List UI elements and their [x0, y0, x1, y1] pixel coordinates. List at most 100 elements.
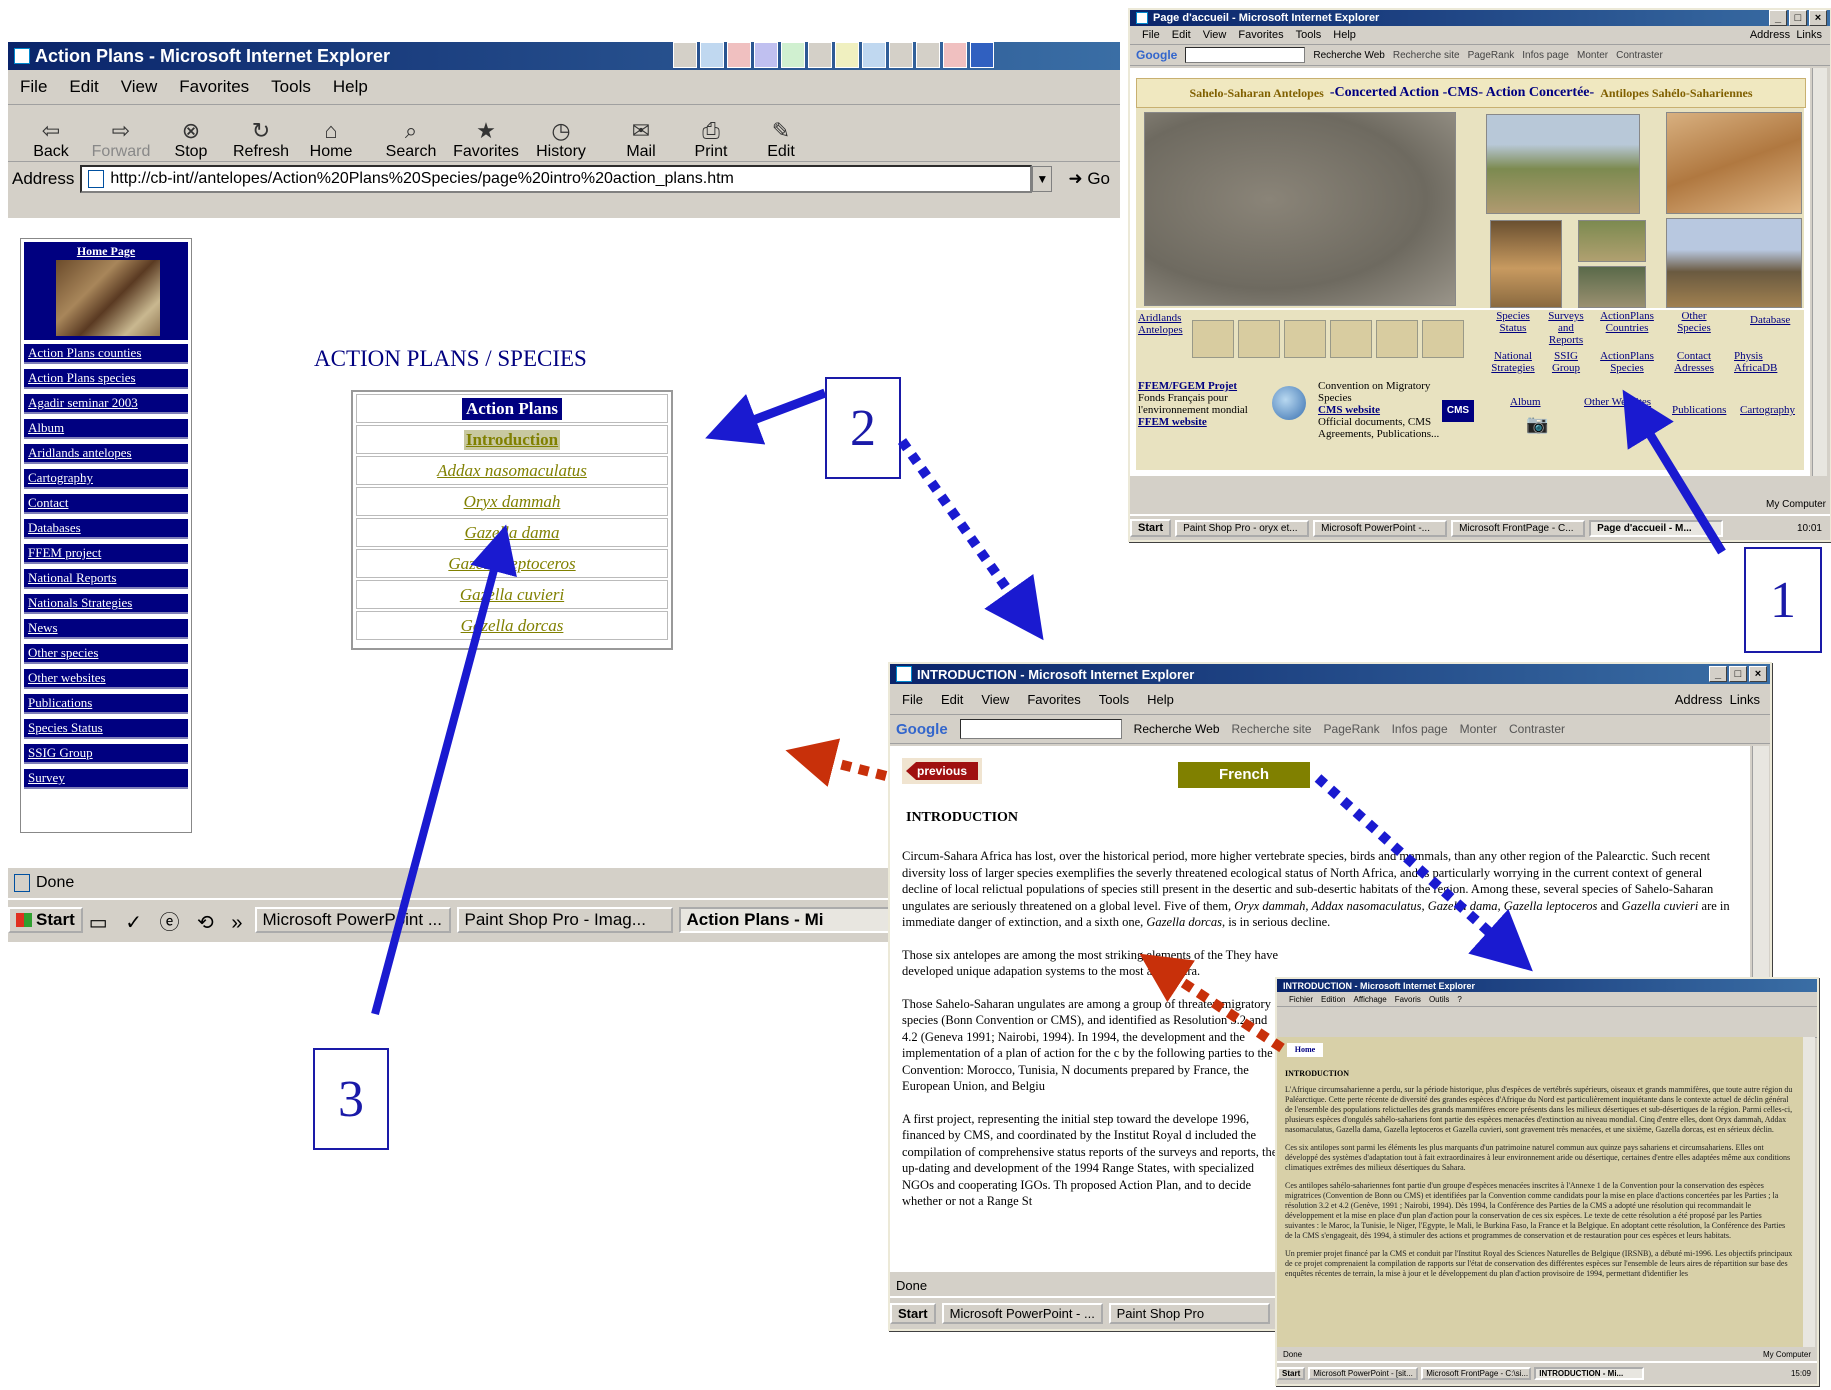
sidebar-item-aridlands[interactable]: Aridlands antelopes — [24, 444, 188, 464]
menu-file[interactable]: File — [20, 77, 47, 97]
task-paintshop[interactable]: Paint Shop Pro - oryx et... — [1175, 519, 1310, 537]
google-logo: Google — [1136, 48, 1178, 62]
sidebar-item-agadir-seminar[interactable]: Agadir seminar 2003 — [24, 394, 188, 414]
species-row[interactable]: Gazella dama — [356, 518, 668, 547]
menu-edit[interactable]: Edit — [69, 77, 98, 97]
task-frontpage[interactable]: Microsoft FrontPage - C... — [1451, 519, 1586, 537]
sidebar-item-national-reports[interactable]: National Reports — [24, 569, 188, 589]
menu-favorites[interactable]: Favorites — [179, 77, 249, 97]
task-powerpoint[interactable]: Microsoft PowerPoint -... — [1313, 519, 1448, 537]
google-search-input[interactable] — [1185, 47, 1306, 63]
minimize-button[interactable]: _ — [1709, 666, 1727, 682]
back-button[interactable]: ⇦ Back — [16, 119, 86, 161]
start-button[interactable]: Start — [890, 1302, 936, 1324]
link-ssig-group[interactable]: SSIG Group — [1542, 350, 1590, 374]
sidebar-item-action-plans-species[interactable]: Action Plans species — [24, 369, 188, 389]
link-cartography[interactable]: Cartography — [1740, 404, 1795, 416]
link-physis[interactable]: Physis AfricaDB — [1734, 350, 1790, 374]
maximize-button[interactable]: □ — [1789, 10, 1807, 26]
link-other-species[interactable]: Other Species — [1666, 310, 1722, 334]
sidebar-item-nationals-strategies[interactable]: Nationals Strategies — [24, 594, 188, 614]
menu-help[interactable]: Help — [333, 77, 368, 97]
link-surveys[interactable]: Surveys and Reports — [1542, 310, 1590, 346]
link-actionplans-countries[interactable]: ActionPlans Countries — [1594, 310, 1660, 334]
sidebar-item-ssig-group[interactable]: SSIG Group — [24, 744, 188, 764]
sidebar-item-other-species[interactable]: Other species — [24, 644, 188, 664]
task-frontpage[interactable]: Microsoft FrontPage - C:\si... — [1421, 1366, 1532, 1380]
task-page-accueil[interactable]: Page d'accueil - M... — [1589, 519, 1724, 537]
species-row[interactable]: Gazella dorcas — [356, 611, 668, 640]
home-page-block[interactable]: Home Page — [24, 242, 188, 340]
sidebar-item-survey[interactable]: Survey — [24, 769, 188, 789]
start-button[interactable]: Start — [1277, 1366, 1306, 1380]
close-button[interactable]: × — [1809, 10, 1827, 26]
task-powerpoint[interactable]: Microsoft PowerPoint - ... — [941, 1302, 1103, 1324]
previous-button[interactable]: previous — [902, 758, 982, 784]
home-button[interactable]: ⌂ Home — [296, 119, 366, 161]
french-button[interactable]: French — [1178, 762, 1310, 788]
link-publications[interactable]: Publications — [1672, 404, 1726, 416]
search-button[interactable]: ⌕ Search — [376, 119, 446, 161]
intro-titlebar: INTRODUCTION - Microsoft Internet Explor… — [890, 664, 1770, 684]
stop-button[interactable]: ⊗ Stop — [156, 119, 226, 161]
intro-row[interactable]: Introduction — [356, 425, 668, 454]
sidebar-item-ffem-project[interactable]: FFEM project — [24, 544, 188, 564]
menu-tools[interactable]: Tools — [271, 77, 311, 97]
start-button[interactable]: Start — [1130, 519, 1172, 537]
home-button[interactable]: Home — [1287, 1043, 1323, 1057]
close-button[interactable]: × — [1749, 666, 1767, 682]
history-button[interactable]: ◷ History — [526, 119, 596, 161]
address-dropdown[interactable]: ▼ — [1032, 166, 1053, 192]
link-actionplans-species[interactable]: ActionPlans Species — [1594, 350, 1660, 374]
french-paragraph-1: L'Afrique circumsaharienne a perdu, sur … — [1285, 1085, 1793, 1134]
sidebar-item-other-websites[interactable]: Other websites — [24, 669, 188, 689]
species-row[interactable]: Gazella leptoceros — [356, 549, 668, 578]
link-other-websites[interactable]: Other Websites — [1584, 396, 1651, 408]
print-button[interactable]: ⎙ Print — [676, 119, 746, 161]
sidebar-item-news[interactable]: News — [24, 619, 188, 639]
forward-button[interactable]: ⇨ Forward — [86, 119, 156, 161]
french-body: L'Afrique circumsaharienne a perdu, sur … — [1285, 1085, 1793, 1279]
french-toolbars — [1277, 1007, 1817, 1038]
mail-button[interactable]: ✉ Mail — [606, 119, 676, 161]
edit-button[interactable]: ✎ Edit — [746, 119, 816, 161]
sidebar-item-cartography[interactable]: Cartography — [24, 469, 188, 489]
link-contact-adresses[interactable]: Contact Adresses — [1666, 350, 1722, 374]
link-album[interactable]: Album — [1510, 396, 1541, 408]
task-powerpoint[interactable]: Microsoft PowerPoint ... — [254, 907, 451, 933]
google-search-input[interactable] — [959, 719, 1122, 739]
minimize-button[interactable]: _ — [1769, 10, 1787, 26]
accueil-scrollbar[interactable] — [1812, 68, 1827, 476]
refresh-button[interactable]: ↻ Refresh — [226, 119, 296, 161]
task-action-plans[interactable]: Action Plans - Mi — [678, 907, 895, 933]
sidebar-item-species-status[interactable]: Species Status — [24, 719, 188, 739]
intro-paragraph-1: Circum-Sahara Africa has lost, over the … — [902, 849, 1730, 929]
task-paintshop[interactable]: Paint Shop Pro - Imag... — [456, 907, 673, 933]
sidebar-item-action-plans-counties[interactable]: Action Plans counties — [24, 344, 188, 364]
task-introduction[interactable]: INTRODUCTION - Mi... — [1534, 1366, 1645, 1380]
sidebar-item-album[interactable]: Album — [24, 419, 188, 439]
species-row[interactable]: Oryx dammah — [356, 487, 668, 516]
sidebar-item-publications[interactable]: Publications — [24, 694, 188, 714]
link-species-status[interactable]: Species Status — [1486, 310, 1540, 334]
status-text: Done — [36, 874, 75, 891]
task-powerpoint[interactable]: Microsoft PowerPoint - [sit... — [1308, 1366, 1419, 1380]
menu-view[interactable]: View — [121, 77, 158, 97]
link-aridlands[interactable]: Aridlands Antelopes — [1138, 312, 1198, 336]
species-row[interactable]: Gazella cuvieri — [356, 580, 668, 609]
start-button[interactable]: Start — [8, 907, 83, 933]
intro-link[interactable]: Introduction — [463, 429, 561, 450]
link-national-strategies[interactable]: National Strategies — [1486, 350, 1540, 374]
task-paintshop[interactable]: Paint Shop Pro — [1108, 1302, 1270, 1324]
go-button[interactable]: ➜ Go — [1058, 169, 1120, 189]
species-row[interactable]: Addax nasomaculatus — [356, 456, 668, 485]
maximize-button[interactable]: □ — [1729, 666, 1747, 682]
address-input[interactable]: http://cb-int//antelopes/Action%20Plans%… — [80, 165, 1033, 193]
favorites-button[interactable]: ★ Favorites — [446, 119, 526, 161]
french-titlebar: INTRODUCTION - Microsoft Internet Explor… — [1277, 979, 1817, 992]
link-database[interactable]: Database — [1750, 314, 1804, 326]
refresh-icon: ↻ — [251, 118, 271, 143]
sidebar-item-databases[interactable]: Databases — [24, 519, 188, 539]
french-scrollbar[interactable] — [1803, 1037, 1815, 1347]
sidebar-item-contact[interactable]: Contact — [24, 494, 188, 514]
